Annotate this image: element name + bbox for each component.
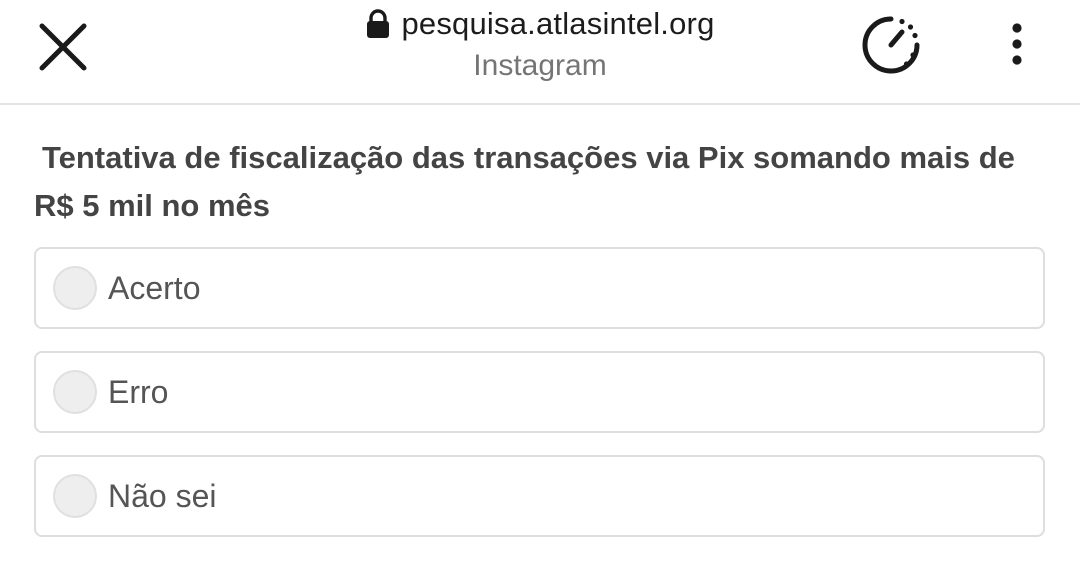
radio-button[interactable] xyxy=(53,266,97,310)
option-label: Erro xyxy=(108,374,169,410)
radio-button[interactable] xyxy=(53,370,97,414)
more-vert-icon xyxy=(1012,23,1022,65)
url-block[interactable]: pesquisa.atlasintel.org Instagram xyxy=(300,4,780,86)
more-options-button[interactable] xyxy=(1000,20,1034,70)
page-url: pesquisa.atlasintel.org xyxy=(401,6,715,41)
option-label: Não sei xyxy=(108,478,217,514)
close-icon xyxy=(39,23,87,71)
lock-icon xyxy=(367,9,390,38)
option-acerto[interactable]: Acerto xyxy=(34,247,1045,329)
option-erro[interactable]: Erro xyxy=(34,351,1045,433)
close-button[interactable] xyxy=(34,18,92,76)
browser-top-bar: pesquisa.atlasintel.org Instagram xyxy=(0,0,1080,105)
option-label: Acerto xyxy=(108,270,201,306)
source-app-label: Instagram xyxy=(473,49,607,82)
radio-button[interactable] xyxy=(53,474,97,518)
timer-icon xyxy=(862,16,920,74)
option-nao-sei[interactable]: Não sei xyxy=(34,455,1045,537)
timer-button[interactable] xyxy=(858,12,924,78)
url-line: pesquisa.atlasintel.org xyxy=(365,4,714,44)
survey-question: Tentativa de fiscalização das transações… xyxy=(34,140,1015,223)
